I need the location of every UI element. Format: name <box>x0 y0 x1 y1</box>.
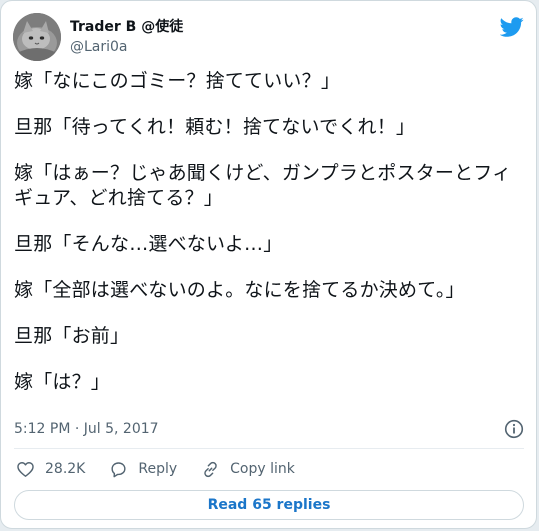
reply-button[interactable]: Reply <box>109 460 177 479</box>
author-info: Trader B @使徒 @Lari0a <box>70 18 183 56</box>
tweet-line: 旦那「お前」 <box>14 325 130 347</box>
avatar[interactable] <box>13 13 61 61</box>
twitter-bird-icon[interactable] <box>500 15 524 39</box>
heart-icon <box>17 461 34 477</box>
tweet-line: 旦那「待ってくれ！頼む！捨てないでくれ！」 <box>14 116 416 138</box>
link-icon <box>204 461 217 477</box>
tweet-card: Trader B @使徒 @Lari0a 嫁「なにこのゴミー？捨てていい？」 旦… <box>0 0 537 529</box>
action-bar: 28.2K Reply Copy link <box>16 456 319 482</box>
read-replies-button[interactable]: Read 65 replies <box>14 490 524 520</box>
display-name[interactable]: Trader B @使徒 <box>70 18 183 36</box>
tweet-line: 旦那「そんな…選べないよ…」 <box>14 233 283 255</box>
reply-icon <box>111 461 126 477</box>
tweet-line: 嫁「全部は選べないのよ。なにを捨てるか決めて。」 <box>14 279 465 301</box>
tweet-line: 嫁「はぁー？じゃあ聞くけど、ガンプラとポスターとフィギュア、どれ捨てる？」 <box>14 162 512 209</box>
tweet-line: 嫁「は？」 <box>14 371 111 393</box>
reply-label: Reply <box>138 461 178 477</box>
tweet-meta: 5:12 PM · Jul 5, 2017 <box>14 419 524 439</box>
like-button[interactable]: 28.2K <box>16 460 85 479</box>
like-count: 28.2K <box>45 461 86 477</box>
cat-avatar-icon <box>13 13 61 61</box>
tweet-text: 嫁「なにこのゴミー？捨てていい？」 旦那「待ってくれ！頼む！捨てないでくれ！」 … <box>14 69 528 395</box>
info-icon[interactable] <box>504 419 524 439</box>
user-handle[interactable]: @Lari0a <box>70 38 183 56</box>
tweet-header: Trader B @使徒 @Lari0a <box>13 13 524 63</box>
copy-link-label: Copy link <box>230 461 295 477</box>
copy-link-button[interactable]: Copy link <box>201 460 295 479</box>
tweet-line: 嫁「なにこのゴミー？捨てていい？」 <box>14 70 341 92</box>
timestamp[interactable]: 5:12 PM · Jul 5, 2017 <box>14 421 159 437</box>
divider <box>14 448 524 449</box>
